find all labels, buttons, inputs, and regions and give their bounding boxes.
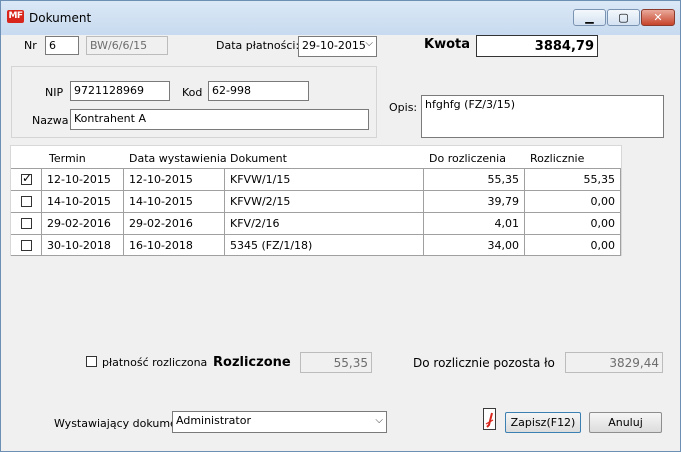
nip-field[interactable]: 9721128969	[70, 81, 170, 101]
column-header-dokument[interactable]: Dokument	[230, 152, 287, 165]
nr-label: Nr	[24, 39, 37, 52]
table-row[interactable]: 14-10-2015 14-10-2015 KFVW/2/15 39,79 0,…	[11, 190, 621, 212]
rozlicznie-cell[interactable]: 0,00	[525, 213, 621, 234]
data-cell: 12-10-2015	[124, 169, 225, 190]
dokument-cell: 5345 (FZ/1/18)	[225, 235, 424, 256]
rozlicznie-cell[interactable]: 0,00	[525, 191, 621, 212]
remaining-field[interactable]: 3829,44	[565, 352, 663, 373]
do-rozliczenia-cell: 34,00	[424, 235, 525, 256]
column-header-termin[interactable]: Termin	[49, 152, 86, 165]
doc-code-field[interactable]: BW/6/6/15	[86, 36, 168, 55]
do-rozliczenia-cell: 4,01	[424, 213, 525, 234]
minimize-button[interactable]: ▁	[573, 9, 606, 26]
row-select-cell	[11, 191, 42, 212]
chevron-down-icon: ⌵	[365, 38, 373, 49]
issuer-label: Wystawiający dokument	[54, 417, 189, 430]
dokument-cell: KFV/2/16	[225, 213, 424, 234]
payment-date-label: Data płatności:	[216, 39, 300, 52]
column-header-do-rozliczenia[interactable]: Do rozliczenia	[429, 152, 506, 165]
termin-cell: 14-10-2015	[42, 191, 124, 212]
remaining-label: Do rozlicznie pozosta ło	[413, 356, 555, 370]
data-cell: 29-02-2016	[124, 213, 225, 234]
kod-field[interactable]: 62-998	[208, 81, 309, 101]
rozlicznie-cell[interactable]: 55,35	[525, 169, 621, 190]
title-bar[interactable]: MF Dokument ▁ ▢ ✕	[1, 1, 680, 35]
nip-label: NIP	[45, 86, 64, 99]
save-button[interactable]: Zapisz(F12)	[505, 412, 581, 433]
description-label: Opis:	[389, 101, 418, 114]
row-checkbox[interactable]	[21, 218, 32, 229]
termin-cell: 30-10-2018	[42, 235, 124, 256]
payments-table: Termin Data wystawienia Dokument Do rozl…	[10, 145, 622, 256]
issuer-combobox[interactable]: Administrator ⌵	[172, 411, 387, 433]
settled-checkbox-label: płatność rozliczona	[102, 356, 208, 369]
table-row[interactable]: 29-02-2016 29-02-2016 KFV/2/16 4,01 0,00	[11, 212, 621, 234]
close-button[interactable]: ✕	[641, 9, 675, 26]
data-cell: 16-10-2018	[124, 235, 225, 256]
column-header-data-wystawienia[interactable]: Data wystawienia	[129, 152, 227, 165]
table-header: Termin Data wystawienia Dokument Do rozl…	[11, 146, 621, 168]
rozliczone-label: Rozliczone	[213, 355, 291, 370]
description-textarea[interactable]: hfghfg (FZ/3/15)	[421, 95, 664, 138]
do-rozliczenia-cell: 39,79	[424, 191, 525, 212]
column-header-rozlicznie[interactable]: Rozlicznie	[530, 152, 584, 165]
rozliczone-field[interactable]: 55,35	[300, 352, 372, 373]
pdf-icon[interactable]	[483, 408, 496, 430]
maximize-button[interactable]: ▢	[607, 9, 640, 26]
nr-field[interactable]: 6	[45, 36, 79, 55]
name-field[interactable]: Kontrahent A	[70, 109, 369, 130]
kod-label: Kod	[182, 86, 203, 99]
termin-cell: 12-10-2015	[42, 169, 124, 190]
rozlicznie-cell[interactable]: 0,00	[525, 235, 621, 256]
dokument-cell: KFVW/2/15	[225, 191, 424, 212]
window-title: Dokument	[29, 11, 92, 25]
mf-app-icon: MF	[7, 10, 24, 23]
issuer-value: Administrator	[176, 414, 251, 427]
table-row[interactable]: 30-10-2018 16-10-2018 5345 (FZ/1/18) 34,…	[11, 234, 621, 256]
checkmark-icon: ✓	[22, 171, 33, 185]
termin-cell: 29-02-2016	[42, 213, 124, 234]
do-rozliczenia-cell: 55,35	[424, 169, 525, 190]
row-checkbox[interactable]	[21, 240, 32, 251]
dokument-cell: KFVW/1/15	[225, 169, 424, 190]
payment-date-value: 29-10-2015	[302, 39, 366, 52]
maximize-icon: ▢	[618, 11, 629, 24]
row-select-cell: ✓	[11, 169, 42, 190]
amount-field[interactable]: 3884,79	[476, 35, 598, 57]
row-select-cell	[11, 213, 42, 234]
chevron-down-icon: ⌵	[375, 415, 383, 426]
close-icon: ✕	[653, 11, 663, 24]
row-select-cell	[11, 235, 42, 256]
payment-date-picker[interactable]: 29-10-2015 ⌵	[298, 36, 377, 57]
row-checkbox[interactable]	[21, 196, 32, 207]
name-label: Nazwa	[32, 114, 69, 127]
settled-checkbox[interactable]	[86, 356, 97, 367]
table-row[interactable]: ✓ 12-10-2015 12-10-2015 KFVW/1/15 55,35 …	[11, 168, 621, 190]
minimize-icon: ▁	[585, 11, 594, 24]
cancel-button[interactable]: Anuluj	[589, 412, 662, 433]
row-checkbox[interactable]: ✓	[21, 171, 33, 185]
data-cell: 14-10-2015	[124, 191, 225, 212]
amount-label: Kwota	[424, 37, 471, 52]
